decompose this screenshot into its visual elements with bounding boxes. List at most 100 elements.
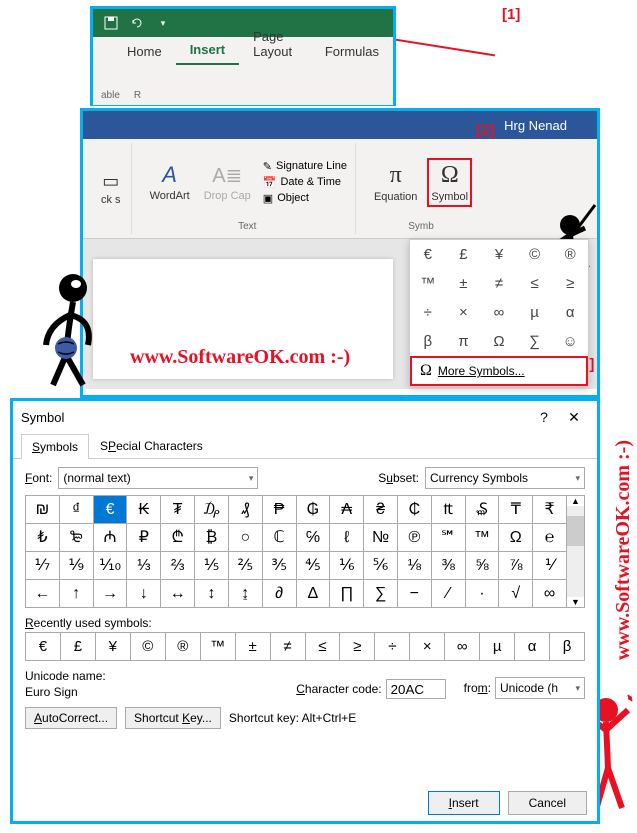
- symbol-cell[interactable]: Ω: [499, 524, 533, 552]
- symbol-cell[interactable]: ⅑: [60, 552, 94, 580]
- from-select[interactable]: Unicode (h▾: [495, 677, 585, 699]
- symbol-cell[interactable]: ⅚: [364, 552, 398, 580]
- symbol-cell[interactable]: ⅔: [161, 552, 195, 580]
- gallery-symbol[interactable]: ☺: [552, 327, 588, 356]
- tab-page-layout[interactable]: Page Layout: [239, 23, 311, 65]
- recent-symbol-cell[interactable]: ÷: [375, 633, 410, 661]
- symbol-cell[interactable]: ⅓: [127, 552, 161, 580]
- gallery-symbol[interactable]: ≤: [517, 269, 553, 298]
- recent-symbol-cell[interactable]: ±: [236, 633, 271, 661]
- symbol-cell[interactable]: ⅗: [263, 552, 297, 580]
- undo-icon[interactable]: [129, 15, 145, 31]
- symbol-cell[interactable]: ₶: [432, 496, 466, 524]
- scroll-down-button[interactable]: ▼: [567, 597, 584, 607]
- recent-symbol-cell[interactable]: α: [515, 633, 550, 661]
- gallery-symbol[interactable]: £: [446, 240, 482, 269]
- symbol-cell[interactable]: ₷: [466, 496, 500, 524]
- symbol-cell[interactable]: ←: [26, 580, 60, 608]
- symbol-cell[interactable]: ℅: [297, 524, 331, 552]
- symbol-cell[interactable]: ℮: [533, 524, 567, 552]
- shortcut-key-button[interactable]: Shortcut Key...: [125, 707, 221, 729]
- recent-symbol-cell[interactable]: ≠: [271, 633, 306, 661]
- insert-button[interactable]: Insert: [428, 791, 500, 815]
- symbol-cell[interactable]: ₴: [364, 496, 398, 524]
- stub-button[interactable]: ▭ck s: [97, 167, 125, 210]
- symbol-cell[interactable]: ₭: [127, 496, 161, 524]
- symbol-cell[interactable]: ℗: [398, 524, 432, 552]
- symbol-cell[interactable]: ⅖: [229, 552, 263, 580]
- gallery-symbol[interactable]: ×: [446, 298, 482, 327]
- gallery-symbol[interactable]: µ: [517, 298, 553, 327]
- scrollbar-thumb[interactable]: [567, 516, 584, 546]
- symbol-cell[interactable]: ∙: [466, 580, 500, 608]
- symbol-cell[interactable]: ℓ: [330, 524, 364, 552]
- symbol-cell[interactable]: ∕: [432, 580, 466, 608]
- recent-symbol-cell[interactable]: ×: [410, 633, 445, 661]
- symbol-cell[interactable]: ⅝: [466, 552, 500, 580]
- symbol-cell[interactable]: ⅜: [432, 552, 466, 580]
- recent-symbol-cell[interactable]: ©: [131, 633, 166, 661]
- symbol-cell[interactable]: ⅐: [26, 552, 60, 580]
- gallery-symbol[interactable]: ™: [410, 269, 446, 298]
- symbol-button[interactable]: ΩSymbol: [427, 158, 472, 207]
- symbol-cell[interactable]: ₪: [26, 496, 60, 524]
- recent-symbol-cell[interactable]: ∞: [445, 633, 480, 661]
- symbol-cell[interactable]: ⅕: [195, 552, 229, 580]
- gallery-symbol[interactable]: π: [446, 327, 482, 356]
- recent-symbol-cell[interactable]: €: [26, 633, 61, 661]
- symbol-cell[interactable]: ₽: [127, 524, 161, 552]
- gallery-symbol[interactable]: β: [410, 327, 446, 356]
- equation-button[interactable]: πEquation: [370, 158, 421, 207]
- tab-insert[interactable]: Insert: [176, 36, 239, 65]
- recent-symbol-cell[interactable]: ¥: [96, 633, 131, 661]
- symbol-cell[interactable]: ™: [466, 524, 500, 552]
- symbol-cell[interactable]: ₮: [161, 496, 195, 524]
- gallery-symbol[interactable]: ≠: [481, 269, 517, 298]
- symbol-cell[interactable]: ↕: [195, 580, 229, 608]
- symbol-cell[interactable]: ₺: [26, 524, 60, 552]
- date-time-button[interactable]: 📅Date & Time: [261, 175, 349, 190]
- symbol-cell[interactable]: ₸: [499, 496, 533, 524]
- gallery-symbol[interactable]: Ω: [481, 327, 517, 356]
- tab-home[interactable]: Home: [113, 38, 176, 65]
- signature-line-button[interactable]: ✎Signature Line: [261, 159, 349, 174]
- symbol-cell[interactable]: ⅛: [398, 552, 432, 580]
- recent-symbol-cell[interactable]: ≤: [306, 633, 341, 661]
- symbol-cell[interactable]: ₱: [263, 496, 297, 524]
- symbol-cell[interactable]: ↑: [60, 580, 94, 608]
- recent-symbol-cell[interactable]: ®: [166, 633, 201, 661]
- recent-symbol-cell[interactable]: µ: [480, 633, 515, 661]
- symbol-cell[interactable]: ℂ: [263, 524, 297, 552]
- symbol-cell[interactable]: ₰: [229, 496, 263, 524]
- qat-dropdown-icon[interactable]: ▾: [155, 15, 171, 31]
- gallery-symbol[interactable]: ±: [446, 269, 482, 298]
- symbol-cell[interactable]: ∑: [364, 580, 398, 608]
- symbol-cell[interactable]: ₿: [195, 524, 229, 552]
- symbol-cell[interactable]: €: [94, 496, 128, 524]
- gallery-symbol[interactable]: €: [410, 240, 446, 269]
- tab-symbols[interactable]: Symbols: [21, 434, 89, 459]
- symbol-cell[interactable]: ↔: [161, 580, 195, 608]
- recent-symbol-cell[interactable]: ™: [201, 633, 236, 661]
- recent-symbol-cell[interactable]: ≥: [340, 633, 375, 661]
- recent-symbol-cell[interactable]: £: [61, 633, 96, 661]
- symbol-cell[interactable]: ○: [229, 524, 263, 552]
- symbol-cell[interactable]: ₻: [60, 524, 94, 552]
- autocorrect-button[interactable]: AutoCorrect...: [25, 707, 117, 729]
- symbol-cell[interactable]: −: [398, 580, 432, 608]
- symbol-cell[interactable]: ⅙: [330, 552, 364, 580]
- gallery-symbol[interactable]: ∞: [481, 298, 517, 327]
- tab-formulas[interactable]: Formulas: [311, 38, 393, 65]
- symbol-cell[interactable]: ⅘: [297, 552, 331, 580]
- symbol-cell[interactable]: ₲: [297, 496, 331, 524]
- gallery-symbol[interactable]: ∑: [517, 327, 553, 356]
- wordart-button[interactable]: AWordArt: [146, 158, 194, 206]
- symbol-cell[interactable]: ∆: [297, 580, 331, 608]
- gallery-symbol[interactable]: ¥: [481, 240, 517, 269]
- cancel-button[interactable]: Cancel: [508, 791, 587, 815]
- tab-special-characters[interactable]: SPecial Characters: [89, 433, 214, 458]
- symbol-cell[interactable]: ↨: [229, 580, 263, 608]
- symbol-cell[interactable]: ∞: [533, 580, 567, 608]
- symbol-cell[interactable]: ∏: [330, 580, 364, 608]
- gallery-symbol[interactable]: ®: [552, 240, 588, 269]
